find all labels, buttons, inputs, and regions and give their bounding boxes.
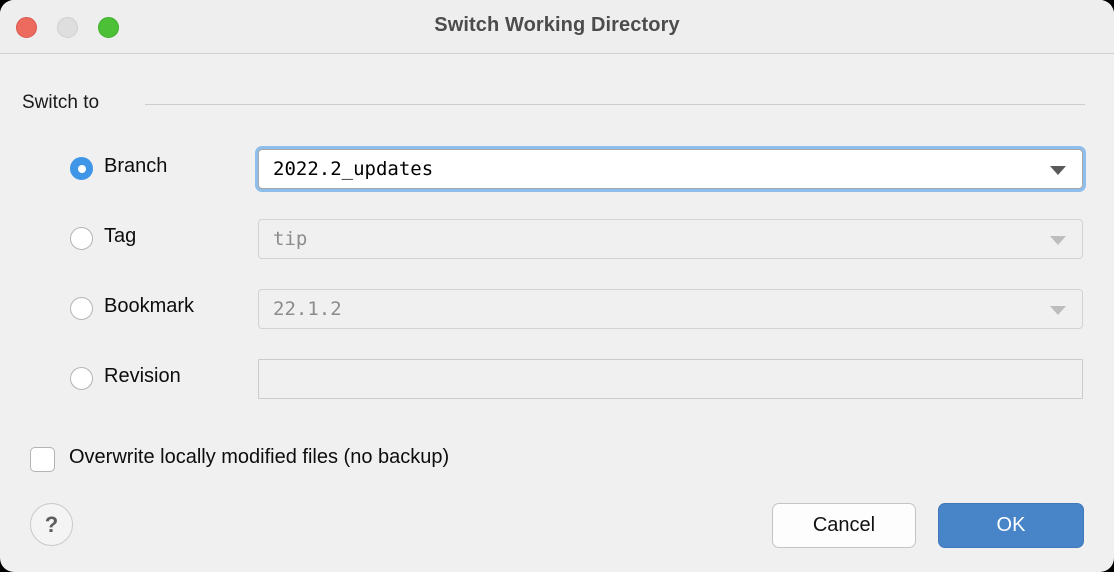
- radio-label-revision: Revision: [104, 365, 181, 387]
- revision-input[interactable]: [258, 359, 1083, 399]
- option-row-tag: Tag tip: [0, 219, 1114, 259]
- title-bar: Switch Working Directory: [0, 0, 1114, 54]
- chevron-down-icon: [1050, 166, 1066, 175]
- radio-branch[interactable]: [70, 157, 93, 180]
- radio-label-bookmark: Bookmark: [104, 295, 195, 317]
- tag-combobox-value: tip: [273, 228, 308, 250]
- bookmark-combobox[interactable]: 22.1.2: [258, 289, 1083, 329]
- help-icon[interactable]: ?: [30, 503, 73, 546]
- radio-label-tag: Tag: [104, 225, 137, 247]
- tag-combobox[interactable]: tip: [258, 219, 1083, 259]
- overwrite-checkbox-row: Overwrite locally modified files (no bac…: [0, 443, 1114, 477]
- switch-working-directory-dialog: Switch Working Directory Switch to Branc…: [0, 0, 1114, 572]
- switch-to-group-label: Switch to: [22, 92, 100, 113]
- overwrite-checkbox[interactable]: [30, 447, 55, 472]
- group-separator-line: [145, 104, 1085, 105]
- ok-button[interactable]: OK: [938, 503, 1084, 548]
- cancel-button[interactable]: Cancel: [772, 503, 916, 548]
- radio-tag[interactable]: [70, 227, 93, 250]
- branch-combobox-value: 2022.2_updates: [273, 158, 434, 180]
- bookmark-combobox-value: 22.1.2: [273, 298, 342, 320]
- overwrite-checkbox-label: Overwrite locally modified files (no bac…: [69, 446, 450, 468]
- radio-label-branch: Branch: [104, 155, 168, 177]
- window-title: Switch Working Directory: [434, 14, 680, 36]
- option-row-bookmark: Bookmark 22.1.2: [0, 289, 1114, 329]
- branch-combobox[interactable]: 2022.2_updates: [258, 149, 1083, 189]
- radio-revision[interactable]: [70, 367, 93, 390]
- chevron-down-icon: [1050, 236, 1066, 245]
- chevron-down-icon: [1050, 306, 1066, 315]
- radio-bookmark[interactable]: [70, 297, 93, 320]
- option-row-branch: Branch 2022.2_updates: [0, 149, 1114, 189]
- option-row-revision: Revision: [0, 359, 1114, 399]
